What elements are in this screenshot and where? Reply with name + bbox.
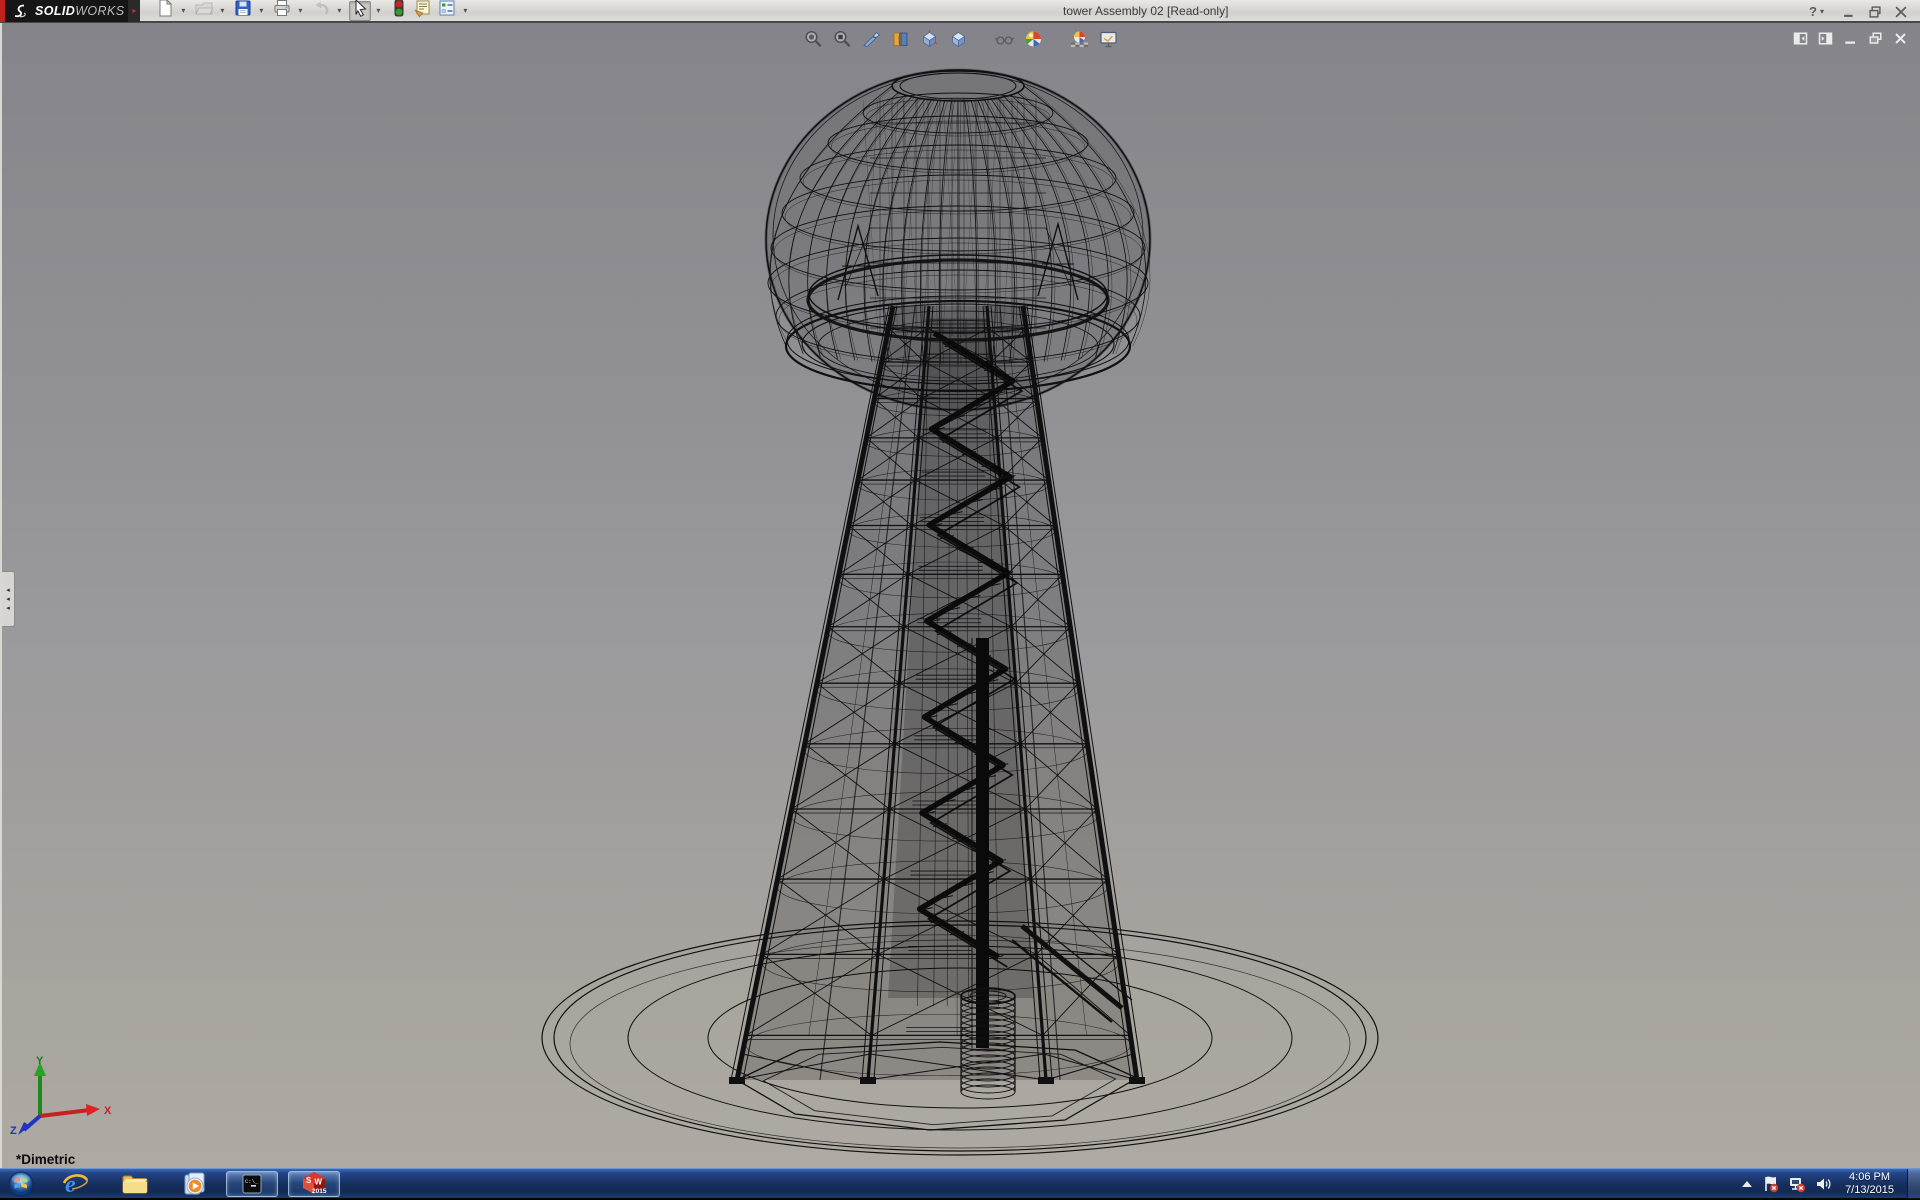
graphics-viewport[interactable]: ◂ ◂ ◂ Y X Z *Dimetric [0, 23, 1920, 1168]
volume-icon[interactable] [1815, 1176, 1832, 1192]
hide-show-items-button[interactable] [994, 30, 1016, 52]
close-button[interactable] [1894, 5, 1908, 19]
system-tray: 4:06 PM 7/13/2015 [1741, 1169, 1920, 1198]
document-window-controls [1792, 30, 1908, 46]
solidworks-logo-icon [11, 3, 31, 19]
zoom-to-area-icon [833, 29, 853, 54]
print-dropdown-caret[interactable]: ▾ [295, 6, 305, 15]
triad-y-label: Y [36, 1055, 44, 1067]
svg-text:S: S [306, 1176, 312, 1185]
options-button[interactable] [436, 1, 458, 21]
collapse-arrow-icon: ◂ [6, 605, 10, 612]
title-bar: SOLIDWORKS ▸ ▾ ▾ ▾ ▾ ▾ ▾ ▾ tower Assembly 02 [… [0, 0, 1920, 23]
apply-scene-icon [1070, 29, 1090, 54]
doc-minimize-button[interactable] [1842, 30, 1858, 46]
open-button[interactable] [193, 1, 215, 21]
clock-time: 4:06 PM [1845, 1171, 1894, 1184]
save-icon [233, 0, 253, 23]
expand-right-pane-button[interactable] [1817, 30, 1833, 46]
window-controls: ?▾ [1809, 0, 1908, 23]
minimize-button[interactable] [1842, 5, 1856, 19]
solidworks-logo: SOLIDWORKS [5, 0, 128, 22]
undo-button[interactable] [310, 1, 332, 21]
selection-filter-icon [389, 0, 409, 23]
select-dropdown-caret[interactable]: ▾ [373, 6, 383, 15]
print-button[interactable] [271, 1, 293, 21]
previous-view-button[interactable] [890, 30, 912, 52]
clock-date: 7/13/2015 [1845, 1184, 1894, 1197]
view-settings-icon [1099, 29, 1119, 54]
show-desktop-button[interactable] [1907, 1169, 1920, 1199]
view-settings-button[interactable] [1098, 30, 1120, 52]
network-status-icon[interactable] [1788, 1175, 1806, 1193]
edit-appearance-icon [1024, 29, 1044, 54]
new-button[interactable] [154, 1, 176, 21]
save-button[interactable] [232, 1, 254, 21]
solidworks-logo-text: SOLIDWORKS [35, 4, 124, 18]
svg-text:2015: 2015 [312, 1188, 327, 1195]
action-center-icon[interactable] [1762, 1175, 1779, 1193]
undo-icon [311, 0, 331, 23]
taskbar-solidworks-2015-button[interactable]: SW 2015 [288, 1171, 340, 1197]
edit-appearance-button[interactable] [1023, 30, 1045, 52]
collapse-left-pane-button[interactable] [1792, 30, 1808, 46]
options-dropdown-caret[interactable]: ▾ [460, 6, 470, 15]
properties-icon [413, 0, 433, 23]
view-orientation-icon [920, 29, 940, 54]
section-view-button[interactable] [861, 30, 883, 52]
view-orientation-label: *Dimetric [16, 1152, 75, 1167]
select-button[interactable] [349, 1, 371, 21]
taskbar-command-prompt-button[interactable]: C:\_ [226, 1171, 278, 1197]
print-icon [272, 0, 292, 23]
collapse-arrow-icon: ◂ [6, 587, 10, 594]
svg-text:C:\_: C:\_ [245, 1178, 259, 1185]
triad-x-label: X [104, 1105, 112, 1117]
save-dropdown-caret[interactable]: ▾ [256, 6, 266, 15]
collapse-arrow-icon: ◂ [6, 596, 10, 603]
zoom-to-fit-icon [804, 29, 824, 54]
help-button[interactable]: ?▾ [1809, 4, 1830, 19]
windows-taskbar: e C:\_ SW 2015 [0, 1168, 1920, 1198]
display-style-button[interactable] [948, 30, 970, 52]
taskbar-items: e C:\_ SW 2015 [8, 1171, 340, 1197]
taskbar-media-player-icon[interactable] [181, 1171, 208, 1197]
triad-z-label: Z [10, 1125, 17, 1136]
display-style-icon [949, 29, 969, 54]
feature-tree-collapsed-tab[interactable]: ◂ ◂ ◂ [2, 571, 15, 627]
svg-text:W: W [315, 1177, 323, 1186]
previous-view-icon [891, 29, 911, 54]
reference-triad: Y X Z [6, 1054, 126, 1136]
options-icon [437, 0, 457, 23]
selection-filter-button[interactable] [388, 1, 410, 21]
restore-button[interactable] [1868, 5, 1882, 19]
menu-expand-arrow[interactable]: ▸ [128, 0, 140, 22]
taskbar-windows-explorer-icon[interactable] [121, 1172, 149, 1196]
zoom-to-area-button[interactable] [832, 30, 854, 52]
taskbar-start-icon[interactable] [8, 1171, 34, 1197]
doc-restore-button[interactable] [1867, 30, 1883, 46]
open-dropdown-caret[interactable]: ▾ [217, 6, 227, 15]
new-dropdown-caret[interactable]: ▾ [178, 6, 188, 15]
undo-dropdown-caret[interactable]: ▾ [334, 6, 344, 15]
doc-close-button[interactable] [1892, 30, 1908, 46]
heads-up-view-toolbar [803, 30, 1120, 52]
hide-show-items-icon [995, 29, 1015, 54]
clock[interactable]: 4:06 PM 7/13/2015 [1845, 1171, 1894, 1197]
taskbar-internet-explorer-icon[interactable]: e [62, 1171, 89, 1197]
up-arrow-icon [1741, 1179, 1753, 1189]
zoom-to-fit-button[interactable] [803, 30, 825, 52]
window-title: tower Assembly 02 [Read-only] [1063, 0, 1228, 23]
select-icon [350, 0, 370, 23]
open-icon [194, 0, 214, 23]
tower-wireframe-model[interactable] [2, 23, 1920, 1168]
view-orientation-button[interactable] [919, 30, 941, 52]
properties-button[interactable] [412, 1, 434, 21]
show-hidden-icons-button[interactable] [1741, 1179, 1753, 1189]
apply-scene-button[interactable] [1069, 30, 1091, 52]
main-toolbar: ▾ ▾ ▾ ▾ ▾ ▾ ▾ [154, 1, 473, 21]
section-view-icon [862, 29, 882, 54]
new-icon [155, 0, 175, 23]
